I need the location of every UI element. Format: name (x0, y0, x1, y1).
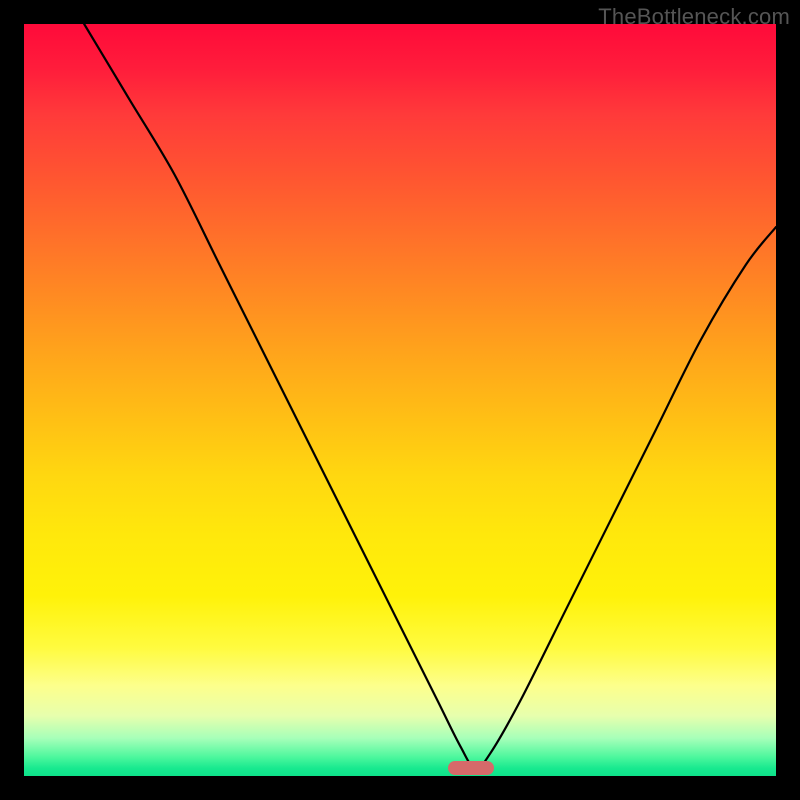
plot-area (24, 24, 776, 776)
curve-svg (24, 24, 776, 776)
watermark-text: TheBottleneck.com (598, 4, 790, 30)
chart-container: TheBottleneck.com (0, 0, 800, 800)
bottleneck-curve-path (84, 24, 776, 769)
optimum-marker (448, 761, 494, 775)
